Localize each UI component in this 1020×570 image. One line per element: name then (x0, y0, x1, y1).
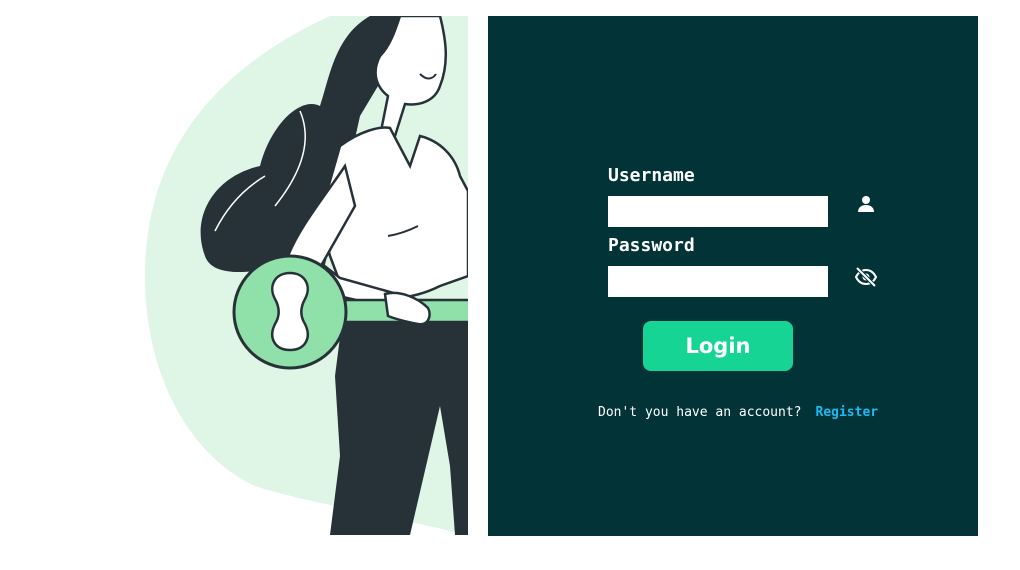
password-label: Password (608, 235, 695, 256)
username-label: Username (608, 165, 695, 186)
login-illustration (0, 16, 468, 535)
eye-slash-icon[interactable] (854, 265, 878, 289)
login-button[interactable]: Login (643, 321, 793, 371)
key-hole (271, 271, 309, 352)
register-prompt: Don't you have an account? (598, 405, 802, 420)
username-input[interactable] (608, 196, 828, 227)
register-link[interactable]: Register (816, 405, 879, 420)
password-input[interactable] (608, 266, 828, 297)
user-icon (854, 192, 878, 216)
register-row: Don't you have an account? Register (598, 405, 878, 420)
login-panel: Username Password Login Don't you have a… (488, 16, 978, 536)
